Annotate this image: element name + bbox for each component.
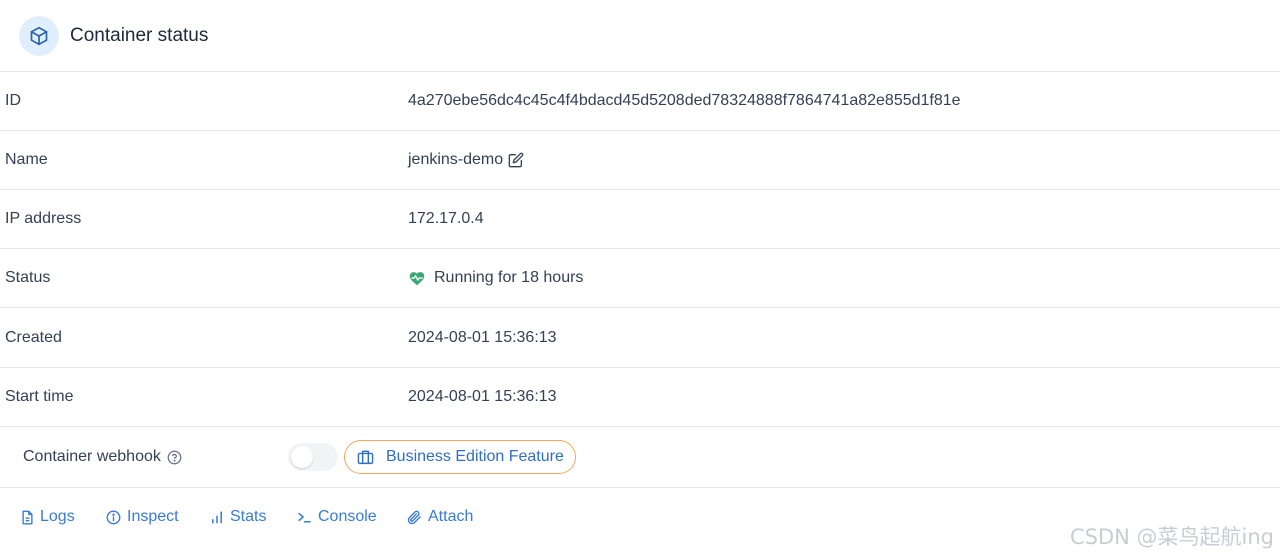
status-value: Running for 18 hours xyxy=(408,269,583,287)
webhook-toggle[interactable] xyxy=(288,443,338,471)
briefcase-icon xyxy=(357,449,374,465)
attach-label: Attach xyxy=(428,508,474,525)
logs-label: Logs xyxy=(40,508,75,525)
container-id-value: 4a270ebe56dc4c45c4f4bdacd45d5208ded78324… xyxy=(408,92,961,109)
cube-icon xyxy=(19,15,59,56)
row-container-webhook: Container webhook Business Edition Featu… xyxy=(0,428,1280,488)
panel-header: Container status xyxy=(0,0,1280,72)
badge-label: Business Edition Feature xyxy=(386,448,564,465)
info-icon xyxy=(106,510,121,525)
business-edition-badge[interactable]: Business Edition Feature xyxy=(344,440,576,474)
row-label: Start time xyxy=(5,388,74,405)
watermark: CSDN @菜鸟起航ing xyxy=(1069,525,1274,549)
inspect-link[interactable]: Inspect xyxy=(106,508,179,526)
stats-link[interactable]: Stats xyxy=(210,508,266,526)
inspect-label: Inspect xyxy=(127,508,179,525)
row-label: Status xyxy=(5,269,51,286)
container-name-value: jenkins-demo xyxy=(408,151,524,169)
row-status: Status Running for 18 hours xyxy=(0,249,1280,308)
console-label: Console xyxy=(318,508,377,525)
webhook-label-text: Container webhook xyxy=(23,448,161,465)
row-start-time: Start time 2024-08-01 15:36:13 xyxy=(0,368,1280,427)
row-id: ID 4a270ebe56dc4c45c4f4bdacd45d5208ded78… xyxy=(0,72,1280,131)
heartbeat-icon xyxy=(408,270,426,286)
row-label: Created xyxy=(5,329,62,346)
ip-address-value: 172.17.0.4 xyxy=(408,210,484,227)
logs-link[interactable]: Logs xyxy=(21,508,75,526)
page-title: Container status xyxy=(70,24,209,46)
file-icon xyxy=(21,510,34,525)
attach-link[interactable]: Attach xyxy=(407,508,473,526)
row-label: ID xyxy=(5,92,21,109)
row-created: Created 2024-08-01 15:36:13 xyxy=(0,309,1280,368)
start-time-value: 2024-08-01 15:36:13 xyxy=(408,388,557,405)
row-ip-address: IP address 172.17.0.4 xyxy=(0,190,1280,249)
console-link[interactable]: Console xyxy=(297,508,377,526)
stats-label: Stats xyxy=(230,508,267,525)
edit-icon[interactable] xyxy=(508,152,524,168)
row-name: Name jenkins-demo xyxy=(0,131,1280,190)
status-text: Running for 18 hours xyxy=(434,269,584,286)
help-icon[interactable] xyxy=(167,450,182,465)
toggle-knob xyxy=(291,446,313,468)
created-value: 2024-08-01 15:36:13 xyxy=(408,329,557,346)
webhook-label: Container webhook xyxy=(23,448,182,466)
container-name-text: jenkins-demo xyxy=(408,151,504,168)
terminal-icon xyxy=(297,510,312,524)
bar-chart-icon xyxy=(210,510,224,524)
row-label: Name xyxy=(5,151,48,168)
row-label: IP address xyxy=(5,210,82,227)
paperclip-icon xyxy=(407,510,422,525)
